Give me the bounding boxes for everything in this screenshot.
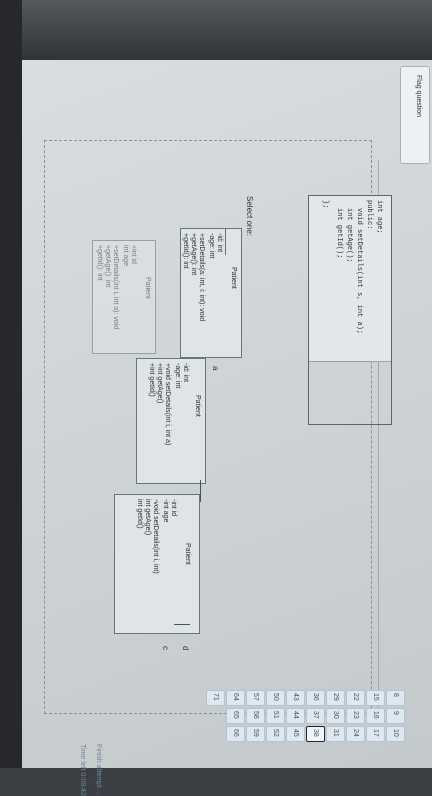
uml-attribute: -id: int (182, 363, 189, 383)
uml-option-b[interactable]: Patient -id: int -age: int +void setDeta… (136, 358, 206, 484)
nav-cell[interactable]: 59 (246, 726, 265, 742)
uml-method: int getAge() (144, 499, 151, 536)
nav-cell[interactable]: 44 (286, 708, 305, 724)
nav-cell[interactable]: 52 (266, 726, 285, 742)
uml-option-a[interactable]: Patient -id: int -age: int +setDetails(a… (180, 228, 242, 358)
nav-cell[interactable]: 15 (366, 690, 385, 706)
uml-method: +getId(): int (96, 245, 103, 281)
uml-option-hidden: Patient +int id int age +setDetails(int … (92, 240, 156, 354)
nav-cell-current[interactable]: 38 (306, 726, 325, 742)
nav-cell[interactable]: 16 (366, 708, 385, 724)
flag-question-label: Flag question (415, 75, 422, 118)
flag-question-button[interactable]: Flag question (400, 66, 430, 164)
uml-attribute: -age: int (174, 363, 181, 389)
select-one-label: Select one: (245, 196, 254, 237)
uml-method: +void setDetails(int i, int a) (164, 363, 171, 446)
uml-attribute: -int id (170, 499, 177, 517)
uml-attribute: +int id (130, 245, 137, 264)
nav-cell[interactable]: 71 (206, 690, 225, 706)
answer-box (308, 195, 392, 425)
nav-cell[interactable]: 10 (386, 726, 405, 742)
nav-cell[interactable]: 9 (386, 708, 405, 724)
uml-option-c[interactable]: Patient -int id -int age -void setDetail… (114, 494, 200, 634)
option-d-label: d (181, 646, 190, 651)
uml-class-title: Patient (184, 543, 191, 565)
uml-method: -void setDetails(int i, int) (152, 499, 159, 574)
uml-attribute: -int age (162, 499, 169, 523)
nav-cell[interactable]: 37 (306, 708, 325, 724)
uml-method: +int getId() (148, 363, 155, 397)
nav-cell[interactable]: 51 (266, 708, 285, 724)
nav-cell[interactable]: 66 (226, 726, 245, 742)
uml-method: +getId(): int (182, 233, 189, 269)
nav-cell[interactable]: 58 (246, 708, 265, 724)
nav-cell[interactable]: 65 (226, 708, 245, 724)
uml-class-title: Patient (194, 395, 201, 417)
uml-attribute: int age (122, 245, 129, 267)
nav-cell[interactable]: 50 (266, 690, 285, 706)
monitor-edge (0, 0, 22, 768)
uml-method: +int getAge() (156, 363, 163, 404)
uml-method: +getAge(): int (104, 245, 111, 288)
connector-line (174, 624, 190, 625)
uml-class-title: Patient (230, 267, 237, 289)
nav-cell[interactable]: 57 (246, 690, 265, 706)
option-c-label: c (161, 646, 170, 650)
uml-method: +getAge(): int (190, 233, 197, 276)
quiz-screen: Flag question int age; public: void setD… (22, 60, 432, 796)
nav-cell[interactable]: 31 (326, 726, 345, 742)
nav-cell[interactable]: 36 (306, 690, 325, 706)
nav-cell[interactable]: 64 (226, 690, 245, 706)
option-a-label: a (211, 366, 220, 371)
uml-attribute: -id: int (216, 233, 223, 253)
nav-cell[interactable]: 8 (386, 690, 405, 706)
uml-method: int getId() (136, 499, 143, 529)
uml-method: +setDetails(a: int, i: int): void (198, 233, 205, 322)
uml-attribute: -age: int (208, 233, 215, 259)
nav-cell[interactable]: 23 (346, 708, 365, 724)
nav-cell[interactable]: 30 (326, 708, 345, 724)
nav-cell[interactable]: 45 (286, 726, 305, 742)
nav-cell[interactable]: 22 (346, 690, 365, 706)
nav-cell[interactable]: 17 (366, 726, 385, 742)
connector-line (200, 480, 201, 502)
nav-cell[interactable]: 29 (326, 690, 345, 706)
nav-cell[interactable]: 43 (286, 690, 305, 706)
uml-method: +setDetails(int i, int a): void (112, 245, 119, 330)
uml-class-title: Patient (144, 277, 151, 299)
nav-cell[interactable]: 24 (346, 726, 365, 742)
